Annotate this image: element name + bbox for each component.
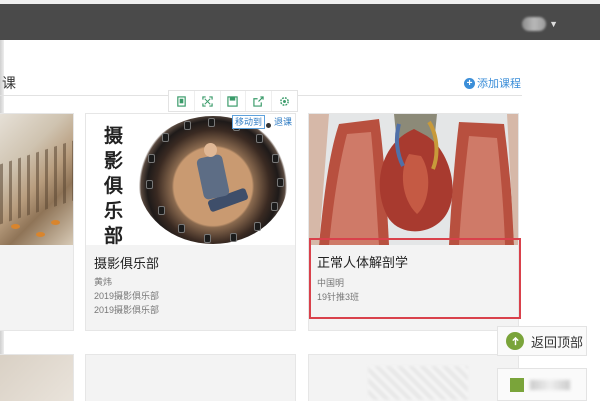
- fullscreen-icon[interactable]: [195, 91, 221, 111]
- user-menu[interactable]: ▼: [522, 17, 558, 31]
- back-to-top-button[interactable]: 返回顶部: [497, 326, 587, 356]
- back-to-top-label: 返回顶部: [531, 334, 584, 350]
- blurred-label: [530, 379, 570, 390]
- copy-icon[interactable]: [169, 91, 195, 111]
- watermark: [368, 366, 468, 400]
- share-icon[interactable]: [246, 91, 273, 111]
- course-cover-image[interactable]: [309, 114, 518, 245]
- side-button[interactable]: [497, 368, 587, 401]
- lens-circle-photo: [138, 116, 288, 244]
- cover-calligraphy: 摄 影 俱 乐 部: [104, 125, 124, 245]
- save-icon[interactable]: [221, 91, 247, 111]
- highlight-annotation: [309, 238, 521, 319]
- anatomy-heart-image: [309, 114, 518, 245]
- chat-icon: [510, 377, 524, 392]
- course-card[interactable]: [85, 354, 296, 401]
- course-page: ▼ 课 + 添加课程 摄 影 俱 乐 部 摄影俱乐部 黄炜 2019摄影俱乐部 …: [0, 0, 600, 401]
- course-card[interactable]: [0, 354, 74, 401]
- course-cover-image[interactable]: 摄 影 俱 乐 部: [86, 114, 295, 245]
- course-teacher: 黄炜: [94, 277, 113, 287]
- add-course-label: 添加课程: [477, 78, 521, 90]
- course-name[interactable]: 摄影俱乐部: [94, 253, 159, 272]
- arrow-up-icon: [506, 332, 524, 350]
- plus-icon: +: [464, 77, 475, 89]
- top-header: ▼: [0, 4, 600, 40]
- course-cover-image[interactable]: [0, 114, 73, 245]
- course-card[interactable]: [0, 113, 74, 331]
- course-class: 2019摄影俱乐部: [94, 291, 160, 301]
- add-course-button[interactable]: + 添加课程: [464, 75, 521, 91]
- section-title: 课: [2, 75, 16, 91]
- move-to-button[interactable]: 移动到: [232, 115, 266, 129]
- quit-course-button[interactable]: 退课: [271, 115, 296, 129]
- chevron-down-icon[interactable]: ▼: [549, 19, 558, 29]
- settings-icon[interactable]: [272, 91, 297, 111]
- course-class: 2019摄影俱乐部: [94, 305, 160, 315]
- card-toolbar: [168, 90, 298, 112]
- user-avatar[interactable]: [522, 17, 547, 31]
- course-card[interactable]: 摄 影 俱 乐 部 摄影俱乐部 黄炜 2019摄影俱乐部 2019摄影俱乐部: [85, 113, 296, 331]
